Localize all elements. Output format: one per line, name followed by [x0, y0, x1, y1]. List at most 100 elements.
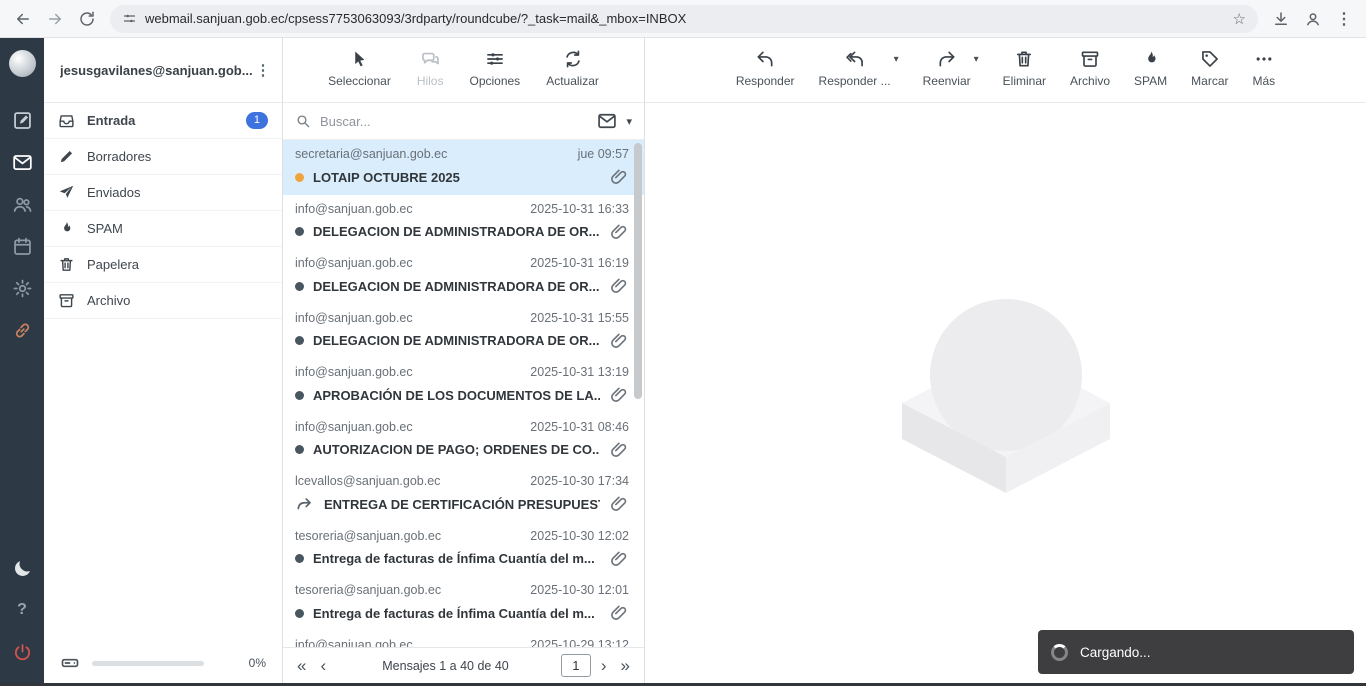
- mail-toolbar: Responder Responder ... ▾ Reenviar ▾ Eli…: [645, 38, 1366, 103]
- message-date: 2025-10-30 12:01: [530, 583, 629, 597]
- message-date: 2025-10-31 15:55: [530, 311, 629, 325]
- forward-menu-caret[interactable]: ▾: [974, 54, 979, 65]
- threads-button[interactable]: Hilos: [417, 49, 444, 88]
- search-bar: ▾: [283, 103, 644, 140]
- message-from: info@sanjuan.gob.ec: [295, 256, 413, 270]
- reply-icon: [755, 49, 775, 69]
- loading-text: Cargando...: [1080, 645, 1151, 660]
- browser-menu-button[interactable]: ⋮: [1330, 4, 1358, 34]
- message-row[interactable]: info@sanjuan.gob.ec 2025-10-31 16:33 DELE…: [283, 195, 644, 250]
- list-scrollbar[interactable]: [634, 143, 642, 399]
- message-row[interactable]: secretaria@sanjuan.gob.ecjue 09:57 LOTAI…: [283, 140, 644, 195]
- last-page-button[interactable]: »: [617, 657, 634, 674]
- message-row[interactable]: tesoreria@sanjuan.gob.ec2025-10-30 12:02…: [283, 522, 644, 577]
- pencil-icon: [58, 148, 75, 165]
- unread-dot[interactable]: [295, 227, 304, 236]
- message-from: info@sanjuan.gob.ec: [295, 420, 413, 434]
- power-icon: [12, 642, 33, 663]
- forward-button-mail[interactable]: Reenviar: [923, 49, 971, 88]
- reload-button[interactable]: [72, 4, 102, 34]
- message-from: info@sanjuan.gob.ec: [295, 202, 413, 216]
- folder-spam[interactable]: SPAM: [44, 211, 282, 247]
- help-button[interactable]: ?: [7, 595, 37, 625]
- app-taskbar: ?: [0, 38, 44, 683]
- mail-preview-area: Cargando...: [645, 103, 1366, 683]
- folder-inbox[interactable]: Entrada 1: [44, 103, 282, 139]
- folder-sent[interactable]: Enviados: [44, 175, 282, 211]
- flag-dot[interactable]: [295, 173, 304, 182]
- delete-button[interactable]: Eliminar: [1003, 49, 1046, 88]
- first-page-button[interactable]: «: [293, 657, 310, 674]
- calendar-icon: [12, 236, 33, 257]
- attachment-icon: [609, 276, 629, 296]
- options-button[interactable]: Opciones: [469, 49, 520, 88]
- roundcube-watermark: [900, 287, 1112, 499]
- unread-dot[interactable]: [295, 445, 304, 454]
- forward-icon: [937, 49, 957, 69]
- select-button[interactable]: Seleccionar: [328, 49, 391, 88]
- message-row[interactable]: lcevallos@sanjuan.gob.ec2025-10-30 17:34…: [283, 467, 644, 522]
- message-row[interactable]: tesoreria@sanjuan.gob.ec2025-10-30 12:01…: [283, 576, 644, 631]
- app-logo: [9, 50, 36, 77]
- flame-icon: [1141, 49, 1161, 69]
- account-menu-button[interactable]: ⋮: [252, 61, 274, 79]
- attachment-icon: [609, 385, 629, 405]
- message-row[interactable]: info@sanjuan.gob.ec2025-10-31 08:46 AUTO…: [283, 413, 644, 468]
- mark-button[interactable]: Marcar: [1191, 49, 1228, 88]
- page-number-input[interactable]: [561, 654, 591, 677]
- attachment-icon: [609, 167, 629, 187]
- url-text: webmail.sanjuan.gob.ec/cpsess7753063093/…: [145, 11, 1225, 26]
- next-page-button[interactable]: ›: [597, 657, 611, 674]
- search-input[interactable]: [320, 114, 588, 129]
- mail-nav-button[interactable]: [7, 147, 37, 177]
- unread-dot[interactable]: [295, 336, 304, 345]
- message-date: jue 09:57: [578, 147, 629, 161]
- back-button[interactable]: [8, 4, 38, 34]
- reply-all-menu-caret[interactable]: ▾: [894, 54, 899, 65]
- prev-page-button[interactable]: ‹: [316, 657, 330, 674]
- search-scope-chevron-icon[interactable]: ▾: [626, 115, 632, 128]
- calendar-nav-button[interactable]: [7, 231, 37, 261]
- message-subject: DELEGACION DE ADMINISTRADORA DE OR...: [313, 224, 600, 239]
- message-row[interactable]: info@sanjuan.gob.ec2025-10-31 16:19 DELE…: [283, 249, 644, 304]
- message-row[interactable]: info@sanjuan.gob.ec2025-10-29 13:12: [283, 631, 644, 648]
- archive-button[interactable]: Archivo: [1070, 49, 1110, 88]
- folder-archive[interactable]: Archivo: [44, 283, 282, 319]
- address-bar[interactable]: webmail.sanjuan.gob.ec/cpsess7753063093/…: [110, 5, 1258, 33]
- bookmark-star-icon[interactable]: ☆: [1233, 10, 1246, 28]
- message-date: 2025-10-31 08:46: [530, 420, 629, 434]
- spam-button[interactable]: SPAM: [1134, 49, 1167, 88]
- downloads-button[interactable]: [1266, 4, 1296, 34]
- dark-mode-button[interactable]: [7, 553, 37, 583]
- site-info-icon[interactable]: [122, 11, 137, 26]
- message-subject: LOTAIP OCTUBRE 2025: [313, 170, 600, 185]
- webmail-home-button[interactable]: [7, 315, 37, 345]
- contacts-nav-button[interactable]: [7, 189, 37, 219]
- reply-button[interactable]: Responder: [736, 49, 795, 88]
- compose-button[interactable]: [7, 105, 37, 135]
- sliders-icon: [485, 49, 505, 69]
- settings-nav-button[interactable]: [7, 273, 37, 303]
- logout-button[interactable]: [7, 637, 37, 667]
- unread-dot[interactable]: [295, 282, 304, 291]
- message-row[interactable]: info@sanjuan.gob.ec2025-10-31 15:55 DELE…: [283, 304, 644, 359]
- profile-button[interactable]: [1298, 4, 1328, 34]
- attachment-icon: [609, 549, 629, 569]
- folder-trash[interactable]: Papelera: [44, 247, 282, 283]
- unread-dot[interactable]: [295, 391, 304, 400]
- more-button[interactable]: Más: [1253, 49, 1276, 88]
- unread-dot[interactable]: [295, 554, 304, 563]
- link-icon: [12, 320, 33, 341]
- folder-drafts[interactable]: Borradores: [44, 139, 282, 175]
- forward-button[interactable]: [40, 4, 70, 34]
- message-date: 2025-10-31 16:33: [530, 202, 629, 216]
- refresh-button[interactable]: Actualizar: [546, 49, 599, 88]
- webmail-app: ? jesusgavilanes@sanjuan.gob.... ⋮ Entra…: [0, 38, 1366, 683]
- reply-all-button[interactable]: Responder ...: [819, 49, 891, 88]
- unread-dot[interactable]: [295, 609, 304, 618]
- attachment-icon: [609, 494, 629, 514]
- forwarded-icon: [295, 494, 315, 514]
- search-scope-mail-icon[interactable]: [597, 111, 617, 131]
- folders-panel: jesusgavilanes@sanjuan.gob.... ⋮ Entrada…: [44, 38, 283, 683]
- message-row[interactable]: info@sanjuan.gob.ec2025-10-31 13:19 APRO…: [283, 358, 644, 413]
